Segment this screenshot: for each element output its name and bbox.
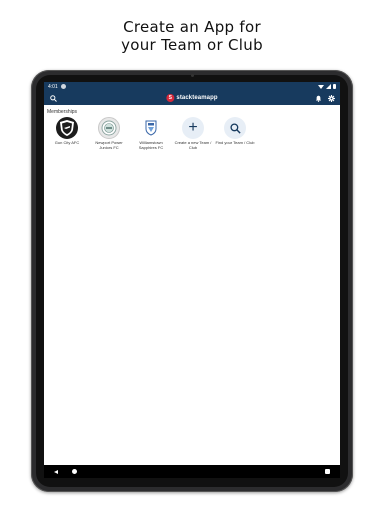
search-icon — [49, 94, 57, 102]
app-screen: 4:01 S stackteamapp Memberships Gun City… — [44, 82, 340, 478]
notification-icon — [60, 84, 66, 89]
promo-headline-line-1: Create an App for — [123, 18, 261, 36]
status-time: 4:01 — [48, 83, 58, 90]
find-team-button[interactable]: Find your Team / Club — [214, 117, 256, 150]
membership-label: Newport Power Juniors FC — [95, 140, 123, 150]
brand-name: stackteamapp — [176, 95, 218, 101]
membership-newport-power-juniors-fc[interactable]: Newport Power Juniors FC — [88, 117, 130, 150]
app-bar: S stackteamapp — [44, 91, 340, 105]
newport-crest-icon — [98, 117, 120, 139]
plus-icon: + — [182, 117, 204, 139]
battery-icon — [333, 84, 336, 89]
membership-label: Gun City AFC — [54, 140, 80, 145]
membership-gun-city-afc[interactable]: Gun City AFC — [46, 117, 88, 150]
back-icon[interactable] — [54, 469, 58, 474]
search-icon — [224, 117, 246, 139]
wifi-icon — [318, 84, 324, 89]
promo-headline-line-2: your Team or Club — [121, 36, 263, 54]
bell-icon — [315, 95, 321, 102]
memberships-list: Gun City AFC Newport Power Juniors FC Wi… — [44, 116, 340, 150]
brand-mark-icon: S — [166, 94, 175, 102]
create-team-button[interactable]: + Create a new Team / Club — [172, 117, 214, 150]
membership-williamstown-sapphires-fc[interactable]: Williamstown Sapphires FC — [130, 117, 172, 150]
gun-city-crest-icon — [56, 117, 78, 139]
status-bar: 4:01 — [44, 82, 340, 91]
recent-apps-icon[interactable] — [325, 469, 330, 474]
create-team-label: Create a new Team / Club — [174, 140, 212, 150]
williamstown-crest-icon — [140, 117, 162, 139]
find-team-label: Find your Team / Club — [215, 140, 255, 145]
system-nav-bar — [44, 465, 340, 478]
membership-label: Williamstown Sapphires FC — [138, 140, 164, 150]
settings-button[interactable] — [327, 94, 335, 102]
search-button[interactable] — [49, 94, 57, 102]
gear-icon — [327, 94, 335, 102]
promo-headline: Create an App for your Team or Club — [0, 18, 384, 54]
notifications-button[interactable] — [314, 94, 322, 102]
signal-icon — [326, 84, 331, 89]
section-title-memberships: Memberships — [47, 109, 78, 115]
front-camera — [191, 74, 194, 77]
home-icon[interactable] — [72, 469, 77, 474]
app-logo: S stackteamapp — [166, 94, 218, 102]
